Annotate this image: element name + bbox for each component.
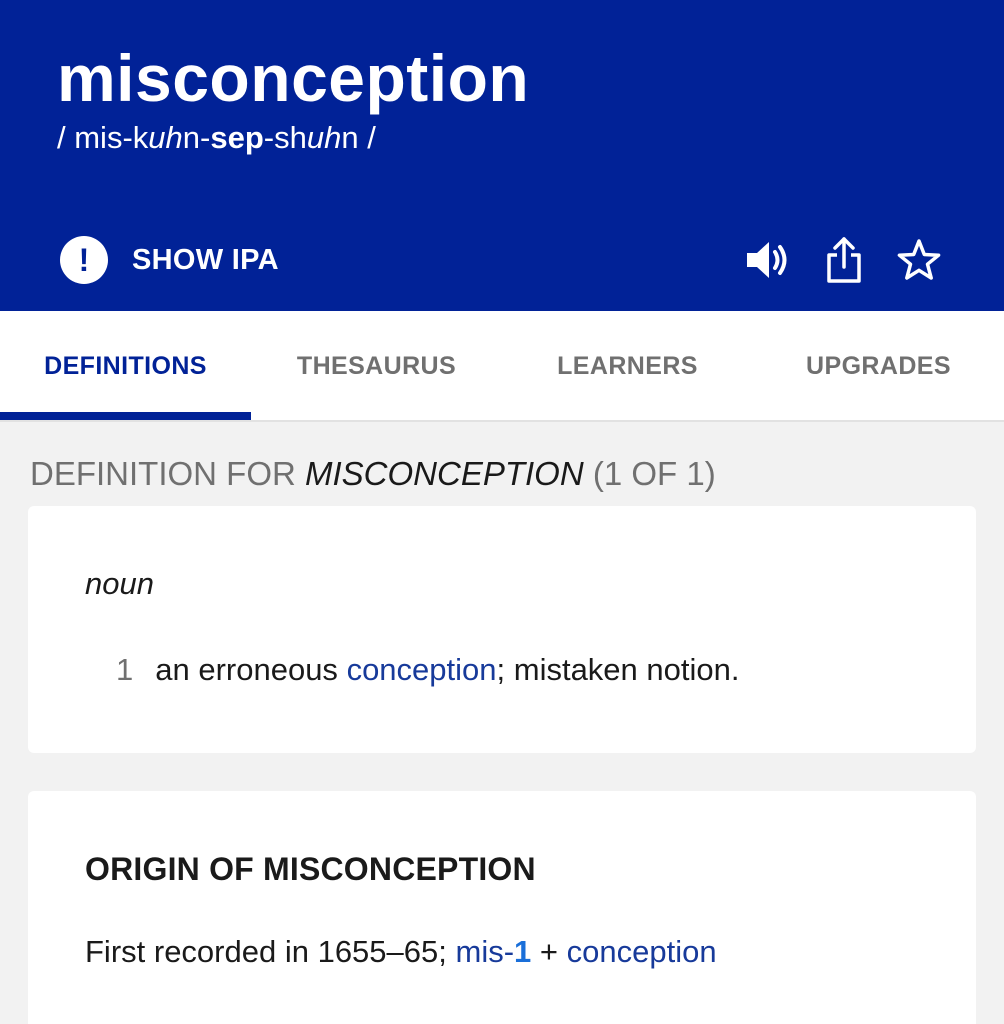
show-ipa-label: SHOW IPA bbox=[132, 243, 279, 276]
show-ipa-button[interactable]: ! SHOW IPA bbox=[60, 236, 279, 284]
exclamation-circle-icon: ! bbox=[60, 236, 108, 284]
origin-conception-link[interactable]: conception bbox=[567, 934, 717, 969]
origin-text: First recorded in 1655–65; mis-1 + conce… bbox=[85, 934, 717, 969]
speaker-icon[interactable] bbox=[744, 236, 792, 284]
word-header: misconception / mis-kuhn-sep-shuhn / ! S… bbox=[0, 0, 1004, 311]
headword: misconception bbox=[57, 41, 530, 115]
sense-number: 1 bbox=[116, 652, 134, 687]
part-of-speech: noun bbox=[85, 566, 154, 601]
origin-card: ORIGIN OF MISCONCEPTION First recorded i… bbox=[28, 791, 976, 1024]
sense-1: 1 an erroneous conception; mistaken notio… bbox=[116, 652, 740, 687]
mis-link[interactable]: mis-1 bbox=[456, 934, 532, 969]
active-tab-indicator bbox=[0, 412, 251, 420]
definition-card: noun 1 an erroneous conception; mistaken … bbox=[28, 506, 976, 753]
conception-link[interactable]: conception bbox=[347, 652, 497, 687]
tab-learners[interactable]: LEARNERS bbox=[502, 311, 753, 422]
tab-thesaurus[interactable]: THESAURUS bbox=[251, 311, 502, 422]
star-icon[interactable] bbox=[895, 236, 943, 284]
pronunciation: / mis-kuhn-sep-shuhn / bbox=[57, 120, 376, 155]
tab-upgrades[interactable]: UPGRADES bbox=[753, 311, 1004, 422]
share-icon[interactable] bbox=[820, 236, 868, 284]
tab-bar: DEFINITIONS THESAURUS LEARNERS UPGRADES bbox=[0, 311, 1004, 422]
tab-definitions[interactable]: DEFINITIONS bbox=[0, 311, 251, 422]
definition-heading: DEFINITION FOR MISCONCEPTION (1 OF 1) bbox=[30, 455, 716, 492]
origin-title: ORIGIN OF MISCONCEPTION bbox=[85, 851, 536, 887]
